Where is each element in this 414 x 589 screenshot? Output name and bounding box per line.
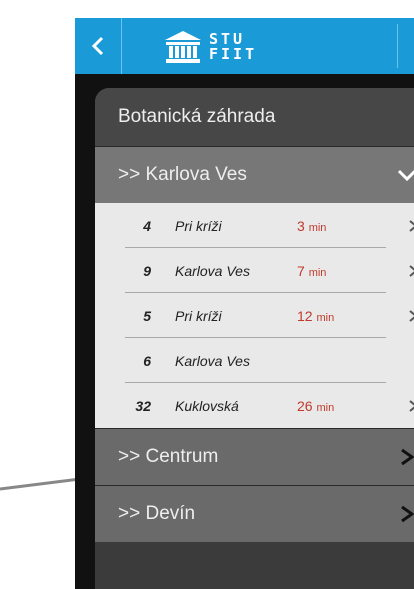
back-button[interactable]: [75, 18, 122, 74]
stop-title: Botanická záhrada: [95, 88, 414, 146]
line-number: 9: [143, 262, 151, 279]
chevron-right-icon: [408, 293, 414, 338]
destination: Karlova Ves: [175, 352, 250, 369]
group-devin[interactable]: >> Devín: [95, 485, 414, 542]
chevron-right-icon: [408, 248, 414, 293]
chevron-right-icon: [408, 383, 414, 428]
callout-line: [0, 477, 80, 491]
departure-time: 26 min: [297, 397, 335, 414]
departure-time: 3 min: [297, 217, 327, 234]
destination: Pri kríži: [175, 307, 222, 324]
chevron-left-icon: [91, 36, 104, 56]
line-number: 5: [143, 307, 151, 324]
chevron-right-icon: [408, 203, 414, 248]
departure-time: 12 min: [297, 307, 335, 324]
table-row[interactable]: 5 Pri kríži 12 min: [95, 293, 414, 338]
group-label: >> Karlova Ves: [118, 164, 247, 185]
departure-list: 4 Pri kríži 3 min 9 Karlova Ves 7 min 5 …: [95, 203, 414, 428]
table-row[interactable]: 32 Kuklovská 26 min: [95, 383, 414, 428]
app-header: STU FIIT: [75, 18, 414, 74]
destination: Kuklovská: [175, 397, 239, 414]
phone-screen: STU FIIT Botanická záhrada >> Karlova Ve…: [75, 18, 414, 589]
destination: Pri kríži: [175, 217, 222, 234]
departure-time: 7 min: [297, 262, 327, 279]
group-label: >> Devín: [118, 503, 196, 524]
header-divider: [397, 24, 398, 68]
destination: Karlova Ves: [175, 262, 250, 279]
group-karlova-ves[interactable]: >> Karlova Ves: [95, 146, 414, 203]
group-label: >> Centrum: [118, 446, 219, 467]
line-number: 32: [135, 397, 151, 414]
table-row[interactable]: 9 Karlova Ves 7 min: [95, 248, 414, 293]
table-row[interactable]: 4 Pri kríži 3 min: [95, 203, 414, 248]
chevron-right-icon: [396, 486, 414, 542]
logo-text-fiit: FIIT: [209, 45, 258, 63]
chevron-down-icon: [396, 147, 414, 203]
group-centrum[interactable]: >> Centrum: [95, 428, 414, 485]
line-number: 4: [143, 217, 151, 234]
stu-fiit-logo: STU FIIT: [163, 27, 257, 67]
table-row[interactable]: 6 Karlova Ves: [95, 338, 414, 383]
stop-panel: Botanická záhrada >> Karlova Ves 4 Pri k…: [95, 88, 414, 589]
line-number: 6: [143, 352, 151, 369]
building-icon: [165, 31, 201, 63]
chevron-right-icon: [396, 429, 414, 485]
